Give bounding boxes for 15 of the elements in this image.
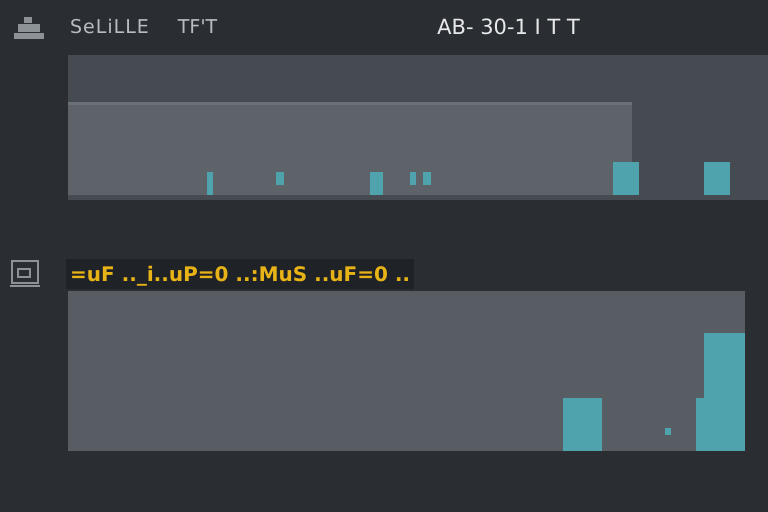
bar: [563, 398, 602, 451]
bar: [613, 162, 639, 195]
document-icon[interactable]: [8, 258, 42, 288]
bar: [704, 162, 730, 195]
bar: [665, 428, 671, 435]
bar: [410, 172, 416, 185]
bar: [207, 172, 213, 195]
grid-icon[interactable]: [12, 14, 46, 40]
bar: [370, 172, 383, 195]
bar: [423, 172, 431, 185]
app-title: SeLiLLE: [70, 15, 150, 40]
subtitle: TF'T: [178, 15, 218, 40]
bar: [276, 172, 284, 185]
status-text: AB- 30-1 I T T: [437, 14, 580, 41]
section-label: =uF .._i..uP=0 ..:MuS ..uF=0 ..: [66, 258, 414, 288]
